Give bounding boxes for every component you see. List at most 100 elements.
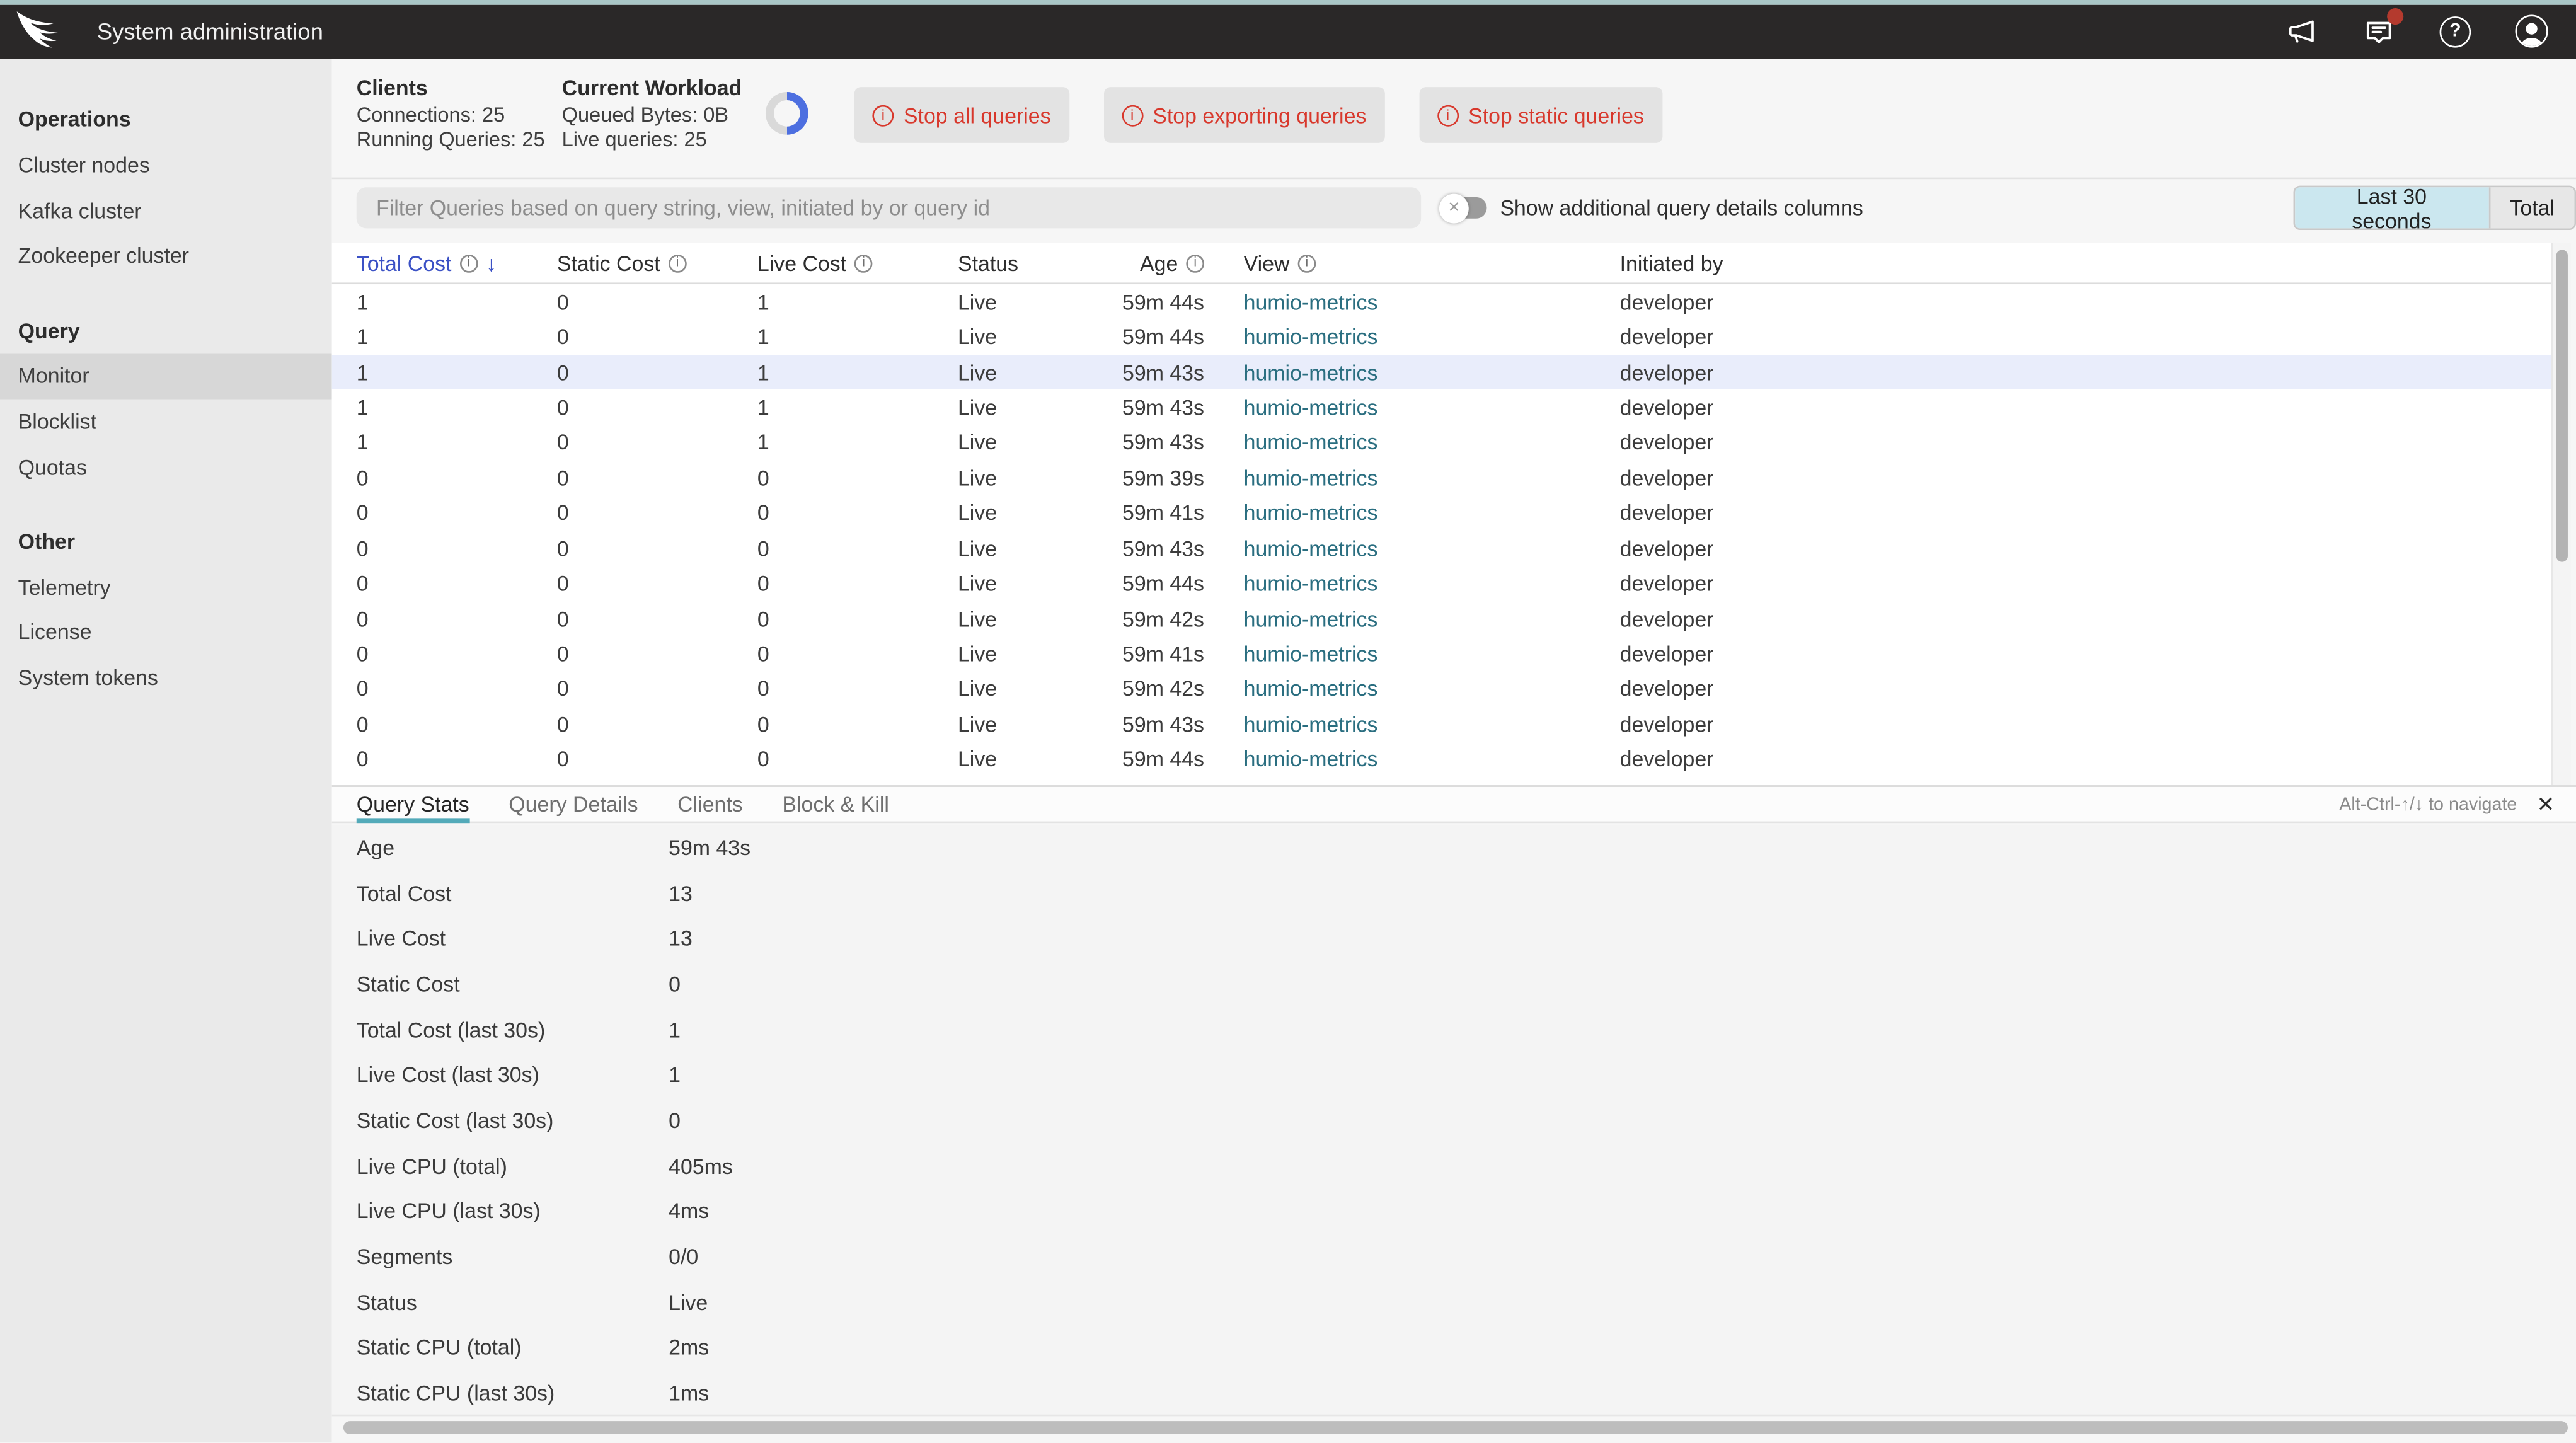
details-tabbar: Query Stats Query Details Clients Block …: [332, 785, 2576, 823]
close-icon[interactable]: ✕: [2537, 791, 2555, 817]
details-tab[interactable]: Clients: [677, 787, 743, 822]
view-link[interactable]: humio-metrics: [1244, 712, 1378, 737]
sidebar-item[interactable]: Cluster nodes: [0, 142, 332, 188]
range-button[interactable]: Last 30 seconds: [2295, 187, 2488, 228]
sidebar-item-label: Quotas: [18, 454, 87, 479]
falcon-logo-icon[interactable]: [14, 10, 71, 53]
detail-label: Static Cost (last 30s): [357, 1108, 554, 1132]
view-link[interactable]: humio-metrics: [1244, 430, 1378, 455]
detail-label: Age: [357, 835, 394, 859]
table-row[interactable]: 1 0 1 Live 59m 43s humio-metrics develop…: [332, 355, 2551, 390]
cell-initiated-by: developer: [1620, 466, 1714, 490]
chat-icon[interactable]: [2362, 15, 2395, 48]
column-header-static-cost[interactable]: Static Cost i: [557, 243, 687, 283]
cell-total-cost: 0: [357, 747, 369, 771]
column-header-view[interactable]: View i: [1244, 243, 1316, 283]
cell-total-cost: 1: [357, 430, 369, 455]
table-row[interactable]: 0 0 0 Live 59m 39s humio-metrics develop…: [332, 460, 2551, 495]
sidebar-item[interactable]: Monitor: [0, 353, 332, 398]
cell-total-cost: 1: [357, 325, 369, 349]
view-link[interactable]: humio-metrics: [1244, 289, 1378, 314]
table-row[interactable]: 0 0 0 Live 59m 44s humio-metrics develop…: [332, 566, 2551, 601]
table-vertical-scrollbar[interactable]: [2551, 243, 2571, 785]
detail-value: 1ms: [669, 1381, 709, 1406]
sidebar-item-label: Kafka cluster: [18, 198, 142, 223]
cell-initiated-by: developer: [1620, 677, 1714, 701]
details-tab[interactable]: Block & Kill: [782, 787, 889, 822]
sidebar-item[interactable]: Kafka cluster: [0, 188, 332, 233]
table-row[interactable]: 1 0 1 Live 59m 43s humio-metrics develop…: [332, 425, 2551, 460]
view-link[interactable]: humio-metrics: [1244, 571, 1378, 595]
detail-row: Static CPU (last 30s) 1ms: [332, 1371, 2576, 1415]
stop-queries-button[interactable]: i Stop all queries: [854, 87, 1069, 143]
sidebar-item-label: Telemetry: [18, 574, 111, 599]
topbar: System administration ?: [0, 4, 2576, 59]
table-row[interactable]: 0 0 0 Live 59m 43s humio-metrics develop…: [332, 706, 2551, 742]
view-link[interactable]: humio-metrics: [1244, 536, 1378, 560]
view-link[interactable]: humio-metrics: [1244, 360, 1378, 384]
view-link[interactable]: humio-metrics: [1244, 395, 1378, 420]
view-link[interactable]: humio-metrics: [1244, 500, 1378, 525]
table-row[interactable]: 1 0 1 Live 59m 43s humio-metrics develop…: [332, 390, 2551, 425]
horizontal-scrollbar-thumb[interactable]: [343, 1421, 2568, 1434]
details-tab[interactable]: Query Details: [509, 787, 638, 822]
sidebar-item[interactable]: System tokens: [0, 655, 332, 700]
detail-label: Live CPU (total): [357, 1154, 507, 1178]
cell-status: Live: [958, 641, 997, 666]
table-row[interactable]: 0 0 0 Live 59m 41s humio-metrics develop…: [332, 636, 2551, 672]
stop-queries-button[interactable]: i Stop exporting queries: [1103, 87, 1384, 143]
sidebar-item[interactable]: License: [0, 609, 332, 655]
columns-toggle[interactable]: ✕: [1442, 197, 1486, 219]
cell-initiated-by: developer: [1620, 571, 1714, 595]
view-link[interactable]: humio-metrics: [1244, 466, 1378, 490]
column-header-live-cost[interactable]: Live Cost i: [757, 243, 873, 283]
tab-label: Query Details: [509, 792, 638, 817]
info-icon: i: [1122, 105, 1143, 126]
cell-age: 59m 41s: [1064, 641, 1204, 666]
cell-initiated-by: developer: [1620, 712, 1714, 737]
range-button[interactable]: Total: [2488, 187, 2575, 228]
column-header-age[interactable]: Age i: [1064, 243, 1204, 283]
view-link[interactable]: humio-metrics: [1244, 641, 1378, 666]
cell-initiated-by: developer: [1620, 606, 1714, 631]
view-link[interactable]: humio-metrics: [1244, 606, 1378, 631]
cell-live-cost: 0: [757, 536, 769, 560]
table-row[interactable]: 1 0 1 Live 59m 44s humio-metrics develop…: [332, 319, 2551, 355]
detail-row: Static Cost (last 30s) 0: [332, 1098, 2576, 1143]
cell-total-cost: 0: [357, 466, 369, 490]
column-header-status[interactable]: Status: [958, 243, 1018, 283]
cell-total-cost: 0: [357, 606, 369, 631]
sidebar-item[interactable]: Zookeeper cluster: [0, 233, 332, 279]
view-link[interactable]: humio-metrics: [1244, 325, 1378, 349]
keyboard-nav-hint: Alt-Ctrl-↑/↓ to navigate: [2339, 795, 2517, 814]
view-link[interactable]: humio-metrics: [1244, 677, 1378, 701]
cell-live-cost: 1: [757, 430, 769, 455]
table-row[interactable]: 0 0 0 Live 59m 42s humio-metrics develop…: [332, 601, 2551, 636]
cell-initiated-by: developer: [1620, 325, 1714, 349]
view-link[interactable]: humio-metrics: [1244, 747, 1378, 771]
table-row[interactable]: 0 0 0 Live 59m 41s humio-metrics develop…: [332, 495, 2551, 531]
vertical-scrollbar-thumb[interactable]: [2556, 250, 2568, 561]
cell-initiated-by: developer: [1620, 289, 1714, 314]
sidebar-item[interactable]: Quotas: [0, 444, 332, 490]
table-row[interactable]: 0 0 0 Live 59m 44s humio-metrics develop…: [332, 742, 2551, 777]
table-row[interactable]: 0 0 0 Live 59m 42s humio-metrics develop…: [332, 671, 2551, 706]
detail-value: 4ms: [669, 1199, 709, 1224]
sidebar-item[interactable]: Blocklist: [0, 399, 332, 444]
column-header-total-cost[interactable]: Total Cost i ↓: [357, 243, 497, 283]
user-avatar-icon[interactable]: [2516, 15, 2548, 48]
filter-input[interactable]: [357, 187, 1421, 228]
sidebar-item[interactable]: Telemetry: [0, 564, 332, 609]
tab-label: Block & Kill: [782, 792, 889, 817]
table-row[interactable]: 1 0 1 Live 59m 44s humio-metrics develop…: [332, 284, 2551, 319]
table-row[interactable]: 0 0 0 Live 59m 43s humio-metrics develop…: [332, 531, 2551, 566]
sidebar-item: Operations: [0, 97, 332, 142]
cell-static-cost: 0: [557, 395, 569, 420]
detail-label: Total Cost: [357, 881, 452, 905]
megaphone-icon[interactable]: [2286, 15, 2318, 48]
help-icon[interactable]: ?: [2440, 16, 2471, 47]
cell-static-cost: 0: [557, 325, 569, 349]
details-tab[interactable]: Query Stats: [357, 787, 469, 822]
column-header-initiated-by[interactable]: Initiated by: [1620, 243, 1723, 283]
stop-queries-button[interactable]: i Stop static queries: [1419, 87, 1662, 143]
